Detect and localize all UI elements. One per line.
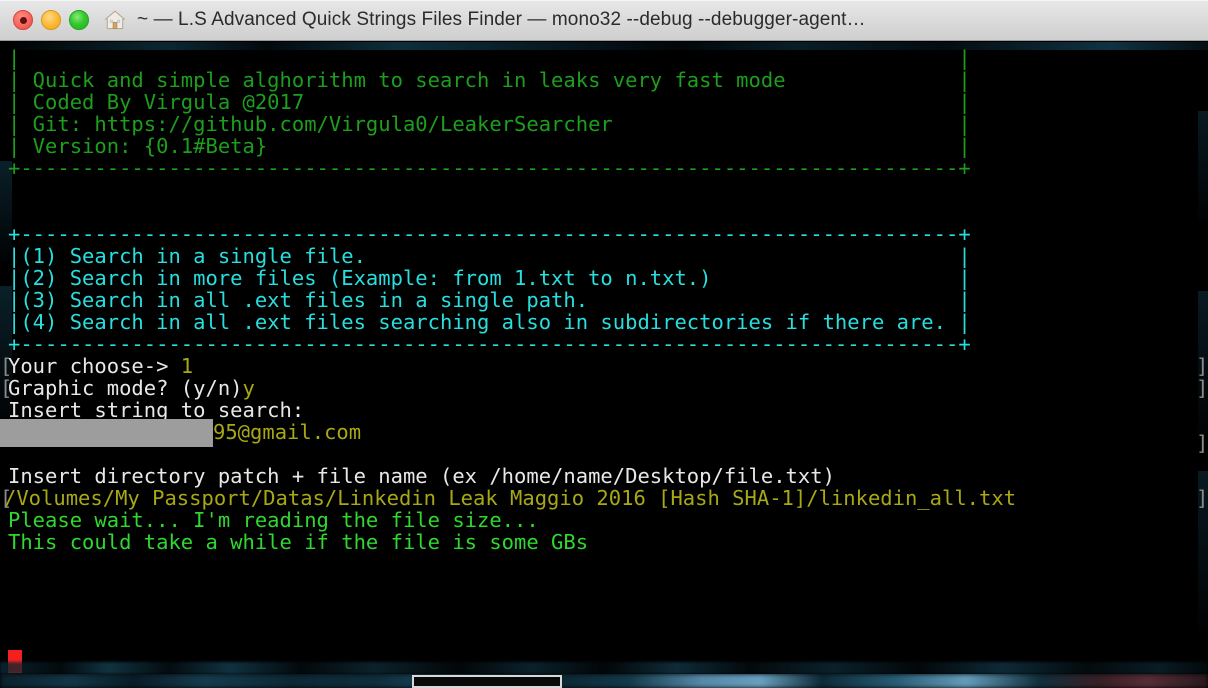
- banner-line: | Version: {0.1#Beta} |: [8, 134, 971, 158]
- window-titlebar[interactable]: ~ — L.S Advanced Quick Strings Files Fin…: [0, 0, 1208, 41]
- prompt-choose-label: Your choose->: [8, 354, 181, 378]
- redaction-block: [0, 419, 213, 447]
- prompt-insert-directory: Insert directory patch + file name (ex /…: [8, 464, 835, 488]
- terminal-window: ~ — L.S Advanced Quick Strings Files Fin…: [0, 0, 1208, 688]
- window-title: ~ — L.S Advanced Quick Strings Files Fin…: [137, 9, 866, 30]
- prompt-choose: Your choose-> 1: [0, 355, 193, 377]
- window-controls: [13, 10, 89, 30]
- right-bracket-artifact: ]: [1196, 486, 1208, 510]
- status-line-wait: This could take a while if the file is s…: [8, 530, 589, 554]
- banner-line: | Git: https://github.com/Virgula0/Leake…: [8, 112, 971, 136]
- prompt-graphic-mode-answer: y: [242, 376, 255, 400]
- banner-bottom-border: +---------------------------------------…: [8, 156, 971, 180]
- dock-window-thumbnail[interactable]: [412, 675, 562, 688]
- menu-bottom-border: +---------------------------------------…: [8, 332, 971, 356]
- left-bracket-artifact: [: [0, 354, 13, 378]
- banner-line: | Quick and simple alghorithm to search …: [8, 68, 971, 92]
- banner-line: | Coded By Virgula @2017 |: [8, 90, 971, 114]
- close-button[interactable]: [13, 10, 33, 30]
- prompt-choose-answer: 1: [180, 354, 194, 378]
- right-bracket-artifact: ]: [1196, 376, 1208, 400]
- menu-item-1[interactable]: |(1) Search in a single file. |: [0, 245, 971, 267]
- left-bracket-artifact: [: [0, 486, 13, 510]
- directory-path-value: /Volumes/My Passport/Datas/Linkedin Leak…: [4, 486, 1017, 510]
- menu-item-4[interactable]: |(4) Search in all .ext files searching …: [0, 311, 971, 333]
- terminal-screen[interactable]: | | | Quick and simple alghorithm to sea…: [0, 41, 1208, 688]
- menu-item-2[interactable]: |(2) Search in more files (Example: from…: [0, 267, 971, 289]
- home-icon: [103, 8, 127, 32]
- right-bracket-artifact: ]: [1196, 431, 1208, 455]
- dock-background: [0, 674, 1208, 688]
- left-bracket-artifact: [: [0, 376, 13, 400]
- right-bracket-artifact: ]: [1196, 354, 1208, 378]
- system-dock[interactable]: [0, 674, 1208, 688]
- prompt-insert-string: Insert string to search:: [8, 398, 305, 422]
- menu-item-3[interactable]: |(3) Search in all .ext files in a singl…: [0, 289, 971, 311]
- minimize-button[interactable]: [41, 10, 61, 30]
- maximize-button[interactable]: [69, 10, 89, 30]
- prompt-graphic-mode-label: Graphic mode? (y/n): [8, 376, 243, 400]
- banner-line: | |: [8, 46, 971, 70]
- prompt-graphic-mode: Graphic mode? (y/n)y: [0, 377, 255, 399]
- terminal-output: | | | Quick and simple alghorithm to sea…: [0, 41, 1208, 688]
- menu-top-border: +---------------------------------------…: [8, 222, 971, 246]
- status-line-reading: Please wait... I'm reading the file size…: [8, 508, 539, 532]
- text-cursor: [8, 650, 22, 673]
